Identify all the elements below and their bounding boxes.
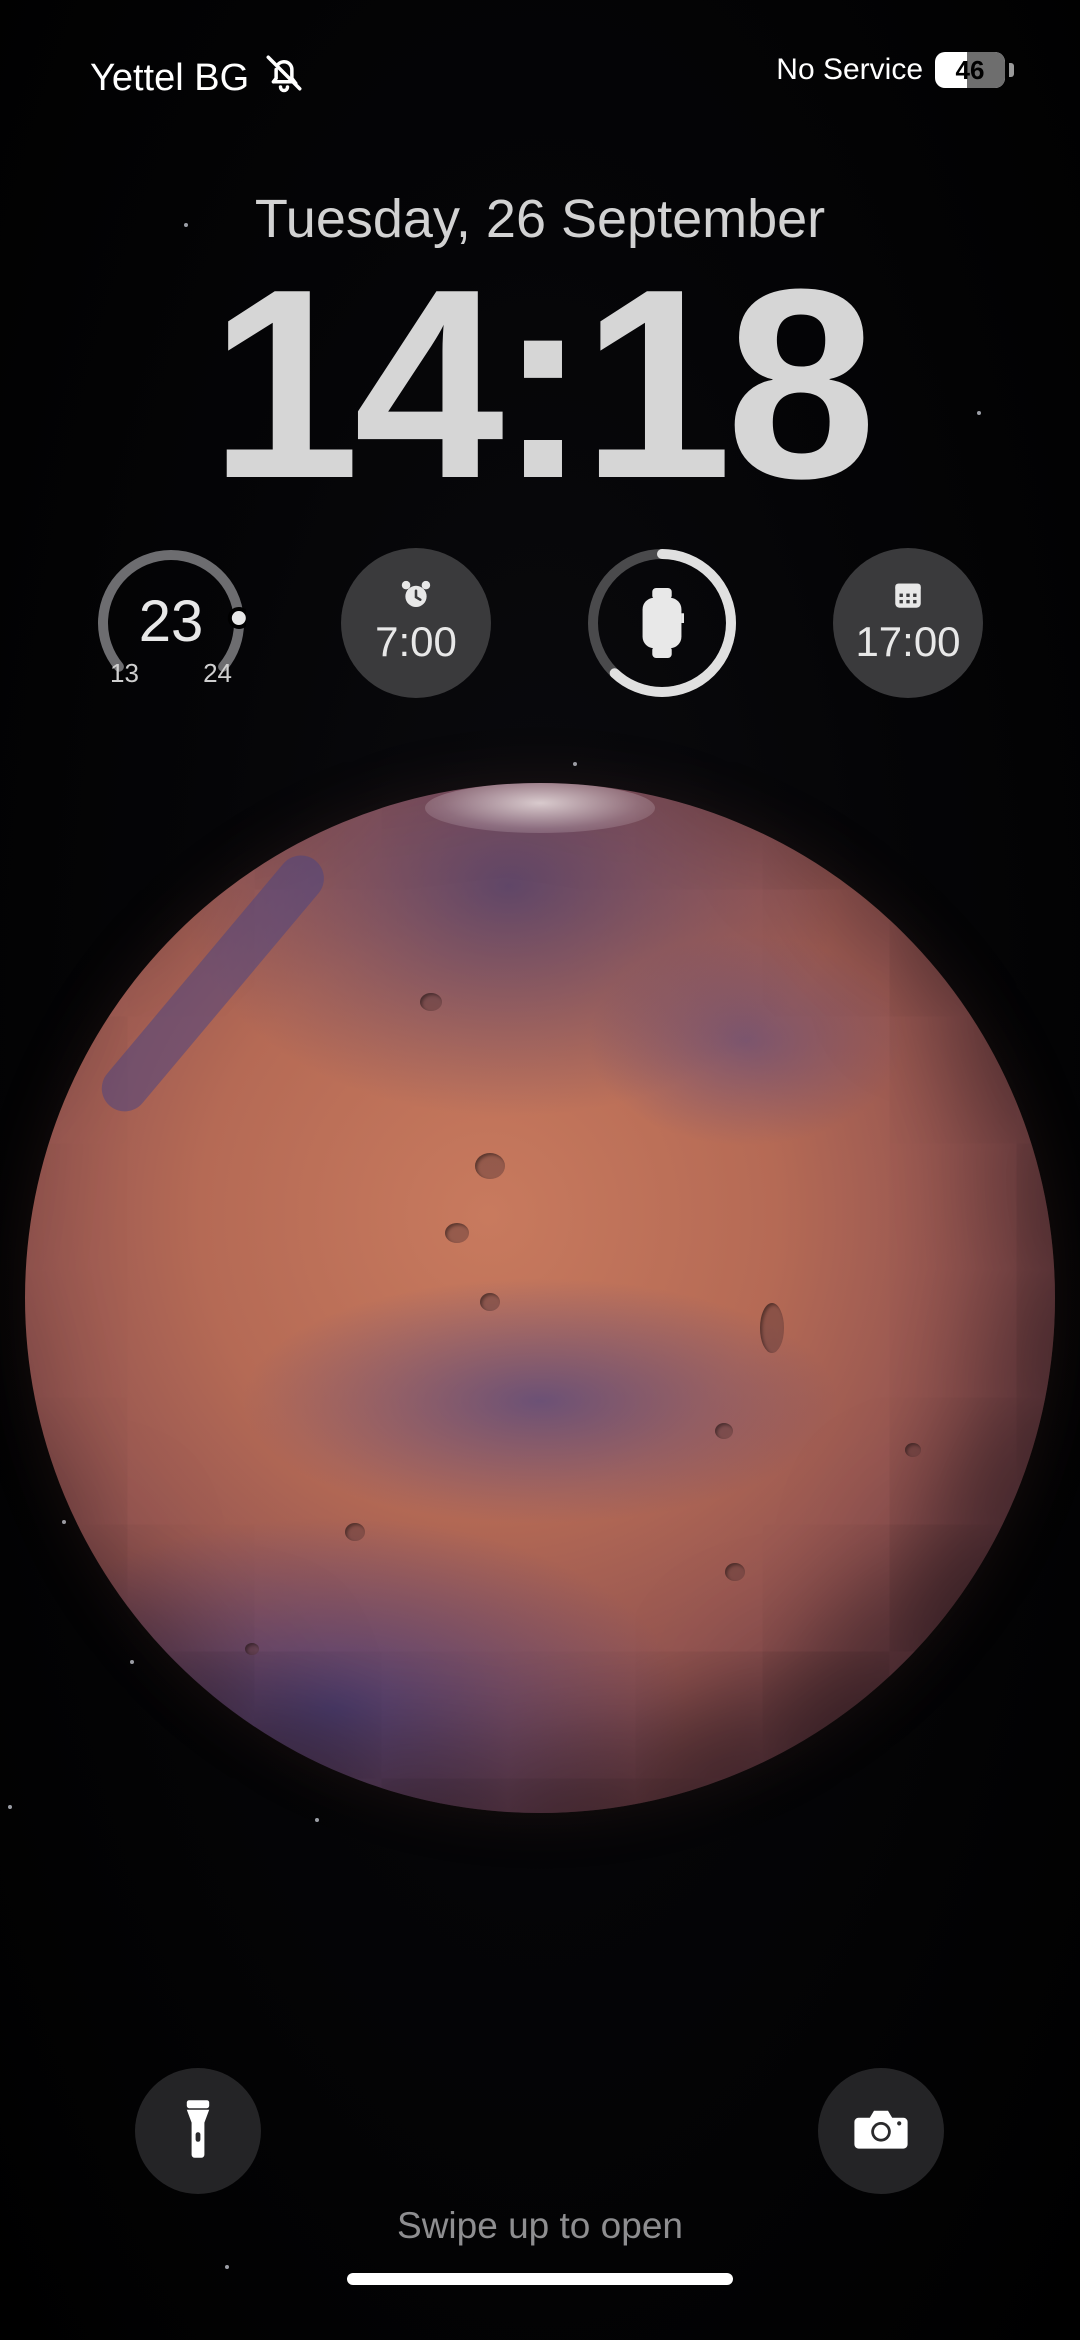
crater xyxy=(445,1223,469,1243)
crater xyxy=(245,1643,259,1655)
carrier-name: Yettel BG xyxy=(90,56,250,99)
crater xyxy=(760,1303,784,1353)
home-indicator[interactable] xyxy=(347,2273,733,2285)
star xyxy=(62,1520,66,1524)
alarm-time: 7:00 xyxy=(375,618,457,665)
crater xyxy=(420,993,442,1011)
lock-screen: Yettel BG No Service 46 Tuesday, 26 Sept… xyxy=(0,0,1080,2340)
crater xyxy=(715,1423,733,1439)
calendar-icon xyxy=(833,578,983,612)
bell-slash-icon xyxy=(263,52,305,104)
flashlight-icon xyxy=(170,2097,226,2166)
weather-widget[interactable]: 23 13 24 xyxy=(96,548,246,698)
watch-battery-widget[interactable] xyxy=(587,548,737,698)
crater xyxy=(475,1153,505,1179)
battery-icon: 46 xyxy=(935,52,1005,88)
weather-range: 13 24 xyxy=(110,658,232,689)
crater xyxy=(345,1523,365,1541)
camera-button[interactable] xyxy=(818,2068,944,2194)
star xyxy=(315,1818,319,1822)
alarm-clock-icon xyxy=(341,578,491,612)
battery-level: 46 xyxy=(955,54,985,85)
calendar-widget[interactable]: 17:00 xyxy=(833,548,983,698)
polar-cap xyxy=(425,783,655,833)
swipe-hint: Swipe up to open xyxy=(397,2205,683,2246)
network-battery-status: No Service 46 xyxy=(776,52,1014,88)
crater xyxy=(905,1443,921,1457)
network-status: No Service xyxy=(776,53,923,86)
mars-wallpaper xyxy=(25,783,1055,1813)
weather-high: 24 xyxy=(203,658,232,688)
camera-icon xyxy=(853,2097,909,2166)
battery-tip xyxy=(1009,63,1014,77)
apple-watch-icon xyxy=(587,588,737,658)
calendar-time: 17:00 xyxy=(855,618,961,665)
weather-low: 13 xyxy=(110,658,139,688)
star xyxy=(225,2265,229,2269)
alarm-widget[interactable]: 7:00 xyxy=(341,548,491,698)
star xyxy=(130,1660,134,1664)
star xyxy=(8,1805,12,1809)
carrier-status: Yettel BG xyxy=(90,52,305,104)
weather-temperature: 23 xyxy=(138,589,204,654)
dark-valley xyxy=(92,846,334,1121)
lock-time: 14:18 xyxy=(209,234,877,535)
crater xyxy=(480,1293,500,1311)
star xyxy=(573,762,577,766)
crater xyxy=(725,1563,745,1581)
flashlight-button[interactable] xyxy=(135,2068,261,2194)
